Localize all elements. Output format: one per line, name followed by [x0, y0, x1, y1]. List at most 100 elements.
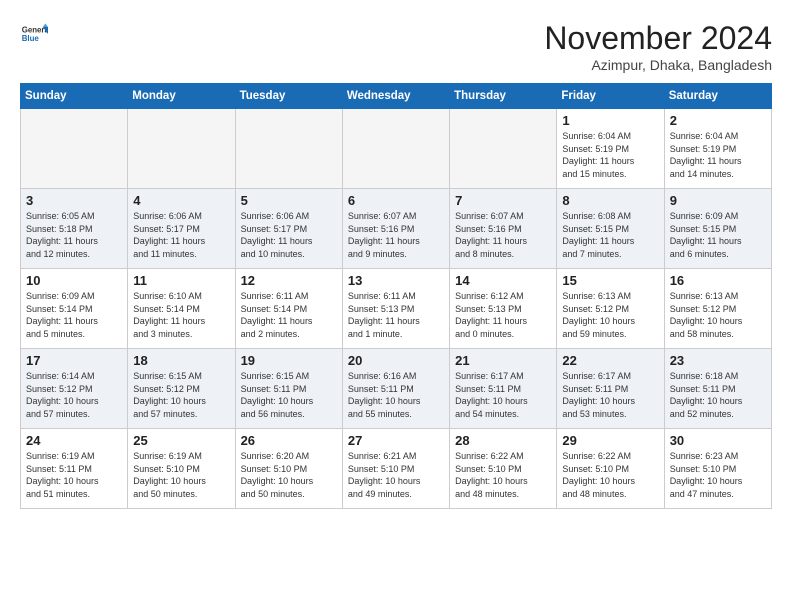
- day-number: 4: [133, 193, 229, 208]
- calendar-day-cell: 14Sunrise: 6:12 AM Sunset: 5:13 PM Dayli…: [450, 269, 557, 349]
- weekday-header-thursday: Thursday: [450, 84, 557, 109]
- logo: General Blue: [20, 20, 48, 48]
- svg-text:Blue: Blue: [22, 34, 40, 43]
- location: Azimpur, Dhaka, Bangladesh: [544, 57, 772, 73]
- calendar-day-cell: 18 Sunrise: 6:15 AM Sunset: 5:12 PM Dayli…: [128, 349, 235, 429]
- calendar-day-cell: 16 Sunrise: 6:13 AM Sunset: 5:12 PM Dayli…: [664, 269, 771, 349]
- calendar-day-cell: 20 Sunrise: 6:16 AM Sunset: 5:11 PM Dayli…: [342, 349, 449, 429]
- day-info: Sunrise: 6:11 AM Sunset: 5:13 PM Dayligh…: [348, 291, 420, 339]
- day-number: 20: [348, 353, 444, 368]
- day-info: Sunrise: 6:15 AM Sunset: 5:12 PM Dayligh…: [133, 371, 206, 419]
- day-number: 28: [455, 433, 551, 448]
- day-info: Sunrise: 6:19 AM Sunset: 5:11 PM Dayligh…: [26, 451, 99, 499]
- calendar-day-cell: 1 Sunrise: 6:04 AM Sunset: 5:19 PM Daylig…: [557, 109, 664, 189]
- calendar-day-cell: 12 Sunrise: 6:11 AM Sunset: 5:14 PM Dayli…: [235, 269, 342, 349]
- day-info: Sunrise: 6:19 AM Sunset: 5:10 PM Dayligh…: [133, 451, 206, 499]
- calendar-day-cell: 11 Sunrise: 6:10 AM Sunset: 5:14 PM Dayli…: [128, 269, 235, 349]
- calendar-day-cell: [21, 109, 128, 189]
- day-number: 22: [562, 353, 658, 368]
- day-info: Sunrise: 6:04 AM Sunset: 5:19 PM Dayligh…: [670, 131, 742, 179]
- day-number: 15: [562, 273, 658, 288]
- weekday-header-saturday: Saturday: [664, 84, 771, 109]
- day-info: Sunrise: 6:06 AM Sunset: 5:17 PM Dayligh…: [241, 211, 313, 259]
- day-number: 19: [241, 353, 337, 368]
- calendar-day-cell: 17Sunrise: 6:14 AM Sunset: 5:12 PM Dayli…: [21, 349, 128, 429]
- day-number: 1: [562, 113, 658, 128]
- day-info: Sunrise: 6:22 AM Sunset: 5:10 PM Dayligh…: [455, 451, 528, 499]
- calendar-day-cell: 24 Sunrise: 6:19 AM Sunset: 5:11 PM Dayli…: [21, 429, 128, 509]
- calendar-table: SundayMondayTuesdayWednesdayThursdayFrid…: [20, 83, 772, 509]
- day-number: 9: [670, 193, 766, 208]
- calendar-day-cell: 22 Sunrise: 6:17 AM Sunset: 5:11 PM Dayli…: [557, 349, 664, 429]
- day-number: 12: [241, 273, 337, 288]
- day-info: Sunrise: 6:05 AM Sunset: 5:18 PM Dayligh…: [26, 211, 98, 259]
- calendar-day-cell: 23Sunrise: 6:18 AM Sunset: 5:11 PM Dayli…: [664, 349, 771, 429]
- weekday-header-tuesday: Tuesday: [235, 84, 342, 109]
- day-number: 21: [455, 353, 551, 368]
- day-info: Sunrise: 6:20 AM Sunset: 5:10 PM Dayligh…: [241, 451, 314, 499]
- day-number: 27: [348, 433, 444, 448]
- day-info: Sunrise: 6:06 AM Sunset: 5:17 PM Dayligh…: [133, 211, 205, 259]
- calendar-day-cell: 10 Sunrise: 6:09 AM Sunset: 5:14 PM Dayli…: [21, 269, 128, 349]
- day-info: Sunrise: 6:07 AM Sunset: 5:16 PM Dayligh…: [348, 211, 420, 259]
- day-info: Sunrise: 6:09 AM Sunset: 5:14 PM Dayligh…: [26, 291, 98, 339]
- calendar-day-cell: 21 Sunrise: 6:17 AM Sunset: 5:11 PM Dayli…: [450, 349, 557, 429]
- day-number: 6: [348, 193, 444, 208]
- day-info: Sunrise: 6:16 AM Sunset: 5:11 PM Dayligh…: [348, 371, 421, 419]
- day-info: Sunrise: 6:10 AM Sunset: 5:14 PM Dayligh…: [133, 291, 205, 339]
- calendar-day-cell: 28 Sunrise: 6:22 AM Sunset: 5:10 PM Dayli…: [450, 429, 557, 509]
- weekday-header-wednesday: Wednesday: [342, 84, 449, 109]
- calendar-day-cell: 19 Sunrise: 6:15 AM Sunset: 5:11 PM Dayli…: [235, 349, 342, 429]
- calendar-day-cell: 27Sunrise: 6:21 AM Sunset: 5:10 PM Dayli…: [342, 429, 449, 509]
- day-number: 5: [241, 193, 337, 208]
- day-number: 10: [26, 273, 122, 288]
- calendar-day-cell: 29 Sunrise: 6:22 AM Sunset: 5:10 PM Dayli…: [557, 429, 664, 509]
- day-number: 14: [455, 273, 551, 288]
- calendar-day-cell: 26 Sunrise: 6:20 AM Sunset: 5:10 PM Dayli…: [235, 429, 342, 509]
- day-info: Sunrise: 6:14 AM Sunset: 5:12 PM Dayligh…: [26, 371, 99, 419]
- day-info: Sunrise: 6:17 AM Sunset: 5:11 PM Dayligh…: [562, 371, 635, 419]
- day-number: 29: [562, 433, 658, 448]
- day-number: 7: [455, 193, 551, 208]
- weekday-header-sunday: Sunday: [21, 84, 128, 109]
- logo-icon: General Blue: [20, 20, 48, 48]
- calendar-day-cell: 30 Sunrise: 6:23 AM Sunset: 5:10 PM Dayli…: [664, 429, 771, 509]
- calendar-day-cell: 25 Sunrise: 6:19 AM Sunset: 5:10 PM Dayli…: [128, 429, 235, 509]
- day-number: 16: [670, 273, 766, 288]
- day-info: Sunrise: 6:11 AM Sunset: 5:14 PM Dayligh…: [241, 291, 313, 339]
- calendar-day-cell: 7Sunrise: 6:07 AM Sunset: 5:16 PM Daylig…: [450, 189, 557, 269]
- calendar-day-cell: 2 Sunrise: 6:04 AM Sunset: 5:19 PM Daylig…: [664, 109, 771, 189]
- day-number: 25: [133, 433, 229, 448]
- calendar-week-row: 3 Sunrise: 6:05 AM Sunset: 5:18 PM Daylig…: [21, 189, 772, 269]
- calendar-day-cell: 15Sunrise: 6:13 AM Sunset: 5:12 PM Dayli…: [557, 269, 664, 349]
- calendar-day-cell: 3 Sunrise: 6:05 AM Sunset: 5:18 PM Daylig…: [21, 189, 128, 269]
- day-info: Sunrise: 6:18 AM Sunset: 5:11 PM Dayligh…: [670, 371, 743, 419]
- calendar-day-cell: 6 Sunrise: 6:07 AM Sunset: 5:16 PM Daylig…: [342, 189, 449, 269]
- day-info: Sunrise: 6:23 AM Sunset: 5:10 PM Dayligh…: [670, 451, 743, 499]
- day-info: Sunrise: 6:15 AM Sunset: 5:11 PM Dayligh…: [241, 371, 314, 419]
- day-info: Sunrise: 6:08 AM Sunset: 5:15 PM Dayligh…: [562, 211, 634, 259]
- day-info: Sunrise: 6:17 AM Sunset: 5:11 PM Dayligh…: [455, 371, 528, 419]
- weekday-header-row: SundayMondayTuesdayWednesdayThursdayFrid…: [21, 84, 772, 109]
- calendar-week-row: 24 Sunrise: 6:19 AM Sunset: 5:11 PM Dayli…: [21, 429, 772, 509]
- day-number: 8: [562, 193, 658, 208]
- day-info: Sunrise: 6:13 AM Sunset: 5:12 PM Dayligh…: [670, 291, 743, 339]
- title-section: November 2024 Azimpur, Dhaka, Bangladesh: [544, 20, 772, 73]
- day-number: 24: [26, 433, 122, 448]
- day-number: 3: [26, 193, 122, 208]
- calendar-day-cell: [342, 109, 449, 189]
- day-number: 11: [133, 273, 229, 288]
- day-info: Sunrise: 6:04 AM Sunset: 5:19 PM Dayligh…: [562, 131, 634, 179]
- day-number: 18: [133, 353, 229, 368]
- calendar-week-row: 1 Sunrise: 6:04 AM Sunset: 5:19 PM Daylig…: [21, 109, 772, 189]
- calendar-day-cell: [235, 109, 342, 189]
- calendar-day-cell: 4 Sunrise: 6:06 AM Sunset: 5:17 PM Daylig…: [128, 189, 235, 269]
- day-number: 30: [670, 433, 766, 448]
- day-number: 26: [241, 433, 337, 448]
- weekday-header-friday: Friday: [557, 84, 664, 109]
- day-info: Sunrise: 6:22 AM Sunset: 5:10 PM Dayligh…: [562, 451, 635, 499]
- calendar-day-cell: [450, 109, 557, 189]
- calendar-day-cell: [128, 109, 235, 189]
- calendar-day-cell: 5 Sunrise: 6:06 AM Sunset: 5:17 PM Daylig…: [235, 189, 342, 269]
- day-number: 2: [670, 113, 766, 128]
